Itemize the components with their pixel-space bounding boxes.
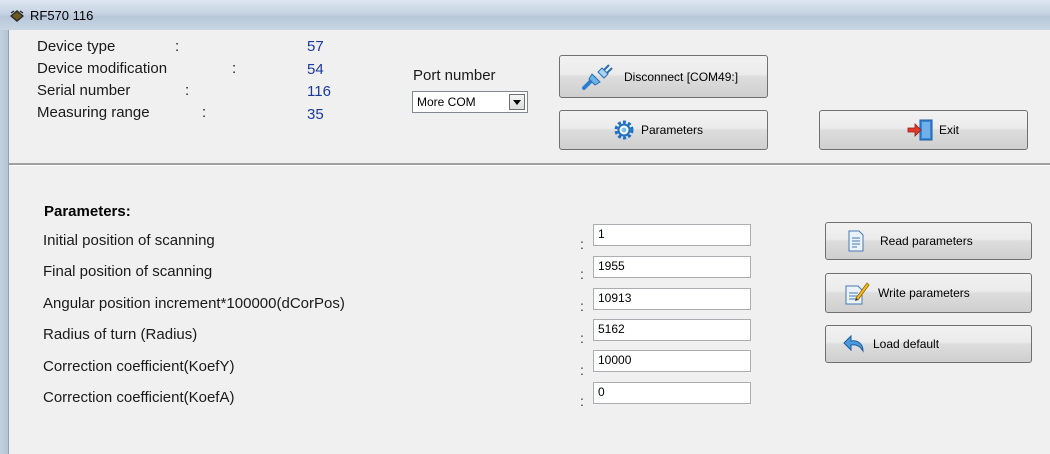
exit-button[interactable]: Exit: [819, 110, 1028, 150]
param-label-koefy: Correction coefficient(KoefY): [43, 358, 235, 375]
device-modification-value: 54: [307, 61, 324, 78]
plug-icon: [582, 63, 613, 90]
write-parameters-button[interactable]: Write parameters: [825, 273, 1032, 313]
parameters-heading: Parameters:: [44, 203, 131, 220]
measuring-range-label: Measuring range: [37, 104, 150, 121]
device-type-colon: :: [175, 38, 180, 55]
app-chip-icon: [10, 10, 24, 22]
exit-door-icon: [907, 119, 933, 141]
initial-position-field[interactable]: 1: [593, 224, 751, 246]
write-parameters-label: Write parameters: [878, 286, 970, 300]
port-number-label: Port number: [413, 67, 496, 84]
load-default-label: Load default: [873, 337, 940, 351]
serial-number-colon: :: [185, 82, 190, 99]
title-bar: RF570 116: [0, 0, 1050, 30]
document-write-icon: [845, 282, 870, 305]
angular-increment-field[interactable]: 10913: [593, 288, 751, 310]
measuring-range-colon: :: [202, 104, 207, 121]
measuring-range-value: 35: [307, 106, 324, 123]
read-parameters-button[interactable]: Read parameters: [825, 222, 1032, 260]
port-select[interactable]: More COM: [412, 91, 528, 113]
param-colon: :: [580, 236, 584, 252]
disconnect-button-label: Disconnect [COM49:]: [624, 69, 739, 84]
device-modification-label: Device modification: [37, 60, 168, 77]
param-label-initial-position: Initial position of scanning: [43, 232, 215, 249]
load-default-button[interactable]: Load default: [825, 325, 1032, 363]
chevron-down-icon[interactable]: [509, 94, 525, 110]
final-position-field[interactable]: 1955: [593, 256, 751, 278]
param-colon: :: [580, 330, 584, 346]
koefa-field[interactable]: 0: [593, 382, 751, 404]
param-colon: :: [580, 393, 584, 409]
window-title: RF570 116: [30, 8, 94, 23]
device-type-value: 57: [307, 38, 324, 55]
document-read-icon: [848, 230, 864, 252]
parameters-button-label: Parameters: [641, 123, 704, 137]
port-select-value: More COM: [417, 95, 476, 109]
param-colon: :: [580, 362, 584, 378]
serial-number-label: Serial number: [37, 82, 131, 99]
device-type-label: Device type: [37, 38, 116, 55]
param-label-radius: Radius of turn (Radius): [43, 326, 198, 343]
device-modification-colon: :: [232, 60, 237, 77]
param-colon: :: [580, 266, 584, 282]
window-frame-left: [0, 30, 8, 454]
exit-button-label: Exit: [939, 123, 960, 137]
param-label-angular-increment: Angular position increment*100000(dCorPo…: [43, 295, 345, 312]
serial-number-value: 116: [307, 83, 331, 100]
param-colon: :: [580, 298, 584, 314]
param-label-koefa: Correction coefficient(KoefA): [43, 389, 235, 406]
read-parameters-label: Read parameters: [880, 234, 973, 248]
param-label-final-position: Final position of scanning: [43, 263, 213, 280]
gear-icon: [614, 120, 634, 140]
disconnect-button[interactable]: Disconnect [COM49:]: [559, 55, 768, 98]
radius-field[interactable]: 5162: [593, 319, 751, 341]
parameters-button[interactable]: Parameters: [559, 110, 768, 150]
koefy-field[interactable]: 10000: [593, 350, 751, 372]
undo-arrow-icon: [843, 334, 864, 353]
